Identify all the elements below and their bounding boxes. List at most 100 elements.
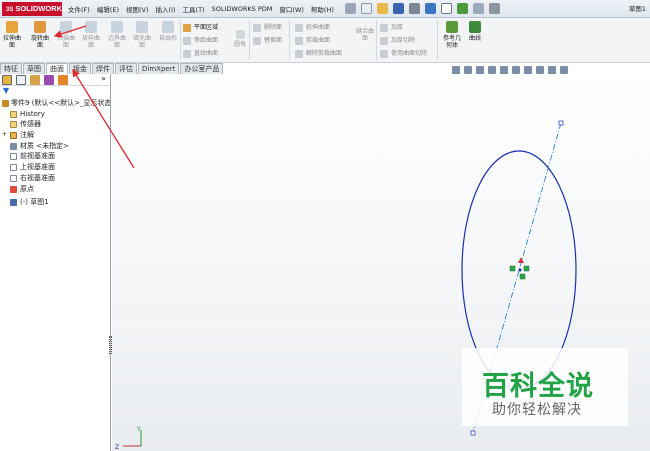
curves-button[interactable]: 曲线 <box>466 21 484 42</box>
sensors-folder-icon <box>10 121 17 129</box>
undo-icon[interactable] <box>425 3 436 14</box>
extrude-surface-button[interactable]: 拉伸曲面 <box>3 21 21 49</box>
watermark-title: 百科全说 <box>482 371 594 402</box>
menu-tools[interactable]: 工具(T) <box>183 4 205 14</box>
menu-window[interactable]: 窗口(W) <box>279 4 304 14</box>
expand-panel-icon[interactable]: » <box>101 74 106 83</box>
replace-face-button[interactable]: 替换面 <box>253 34 282 47</box>
tree-item-history[interactable]: History <box>0 109 110 120</box>
configuration-manager-tab-icon[interactable] <box>30 75 40 85</box>
surface-group-1: 平面区域 等距曲面 直纹曲面 <box>183 21 218 60</box>
apply-scene-icon[interactable] <box>548 66 556 74</box>
tree-item-label: History <box>20 109 45 118</box>
tab-surfaces[interactable]: 曲面 <box>46 63 68 74</box>
tree-item-sketch1[interactable]: (-) 草图1 <box>0 197 110 208</box>
tree-item-right-plane[interactable]: 右视基准面 <box>0 173 110 184</box>
knit-surface-button[interactable]: 缝合曲面 <box>355 28 375 42</box>
revolve-surface-button[interactable]: 旋转曲面 <box>31 21 49 49</box>
menu-help[interactable]: 帮助(H) <box>311 4 334 14</box>
pin-icon[interactable] <box>345 3 356 14</box>
fillet-button[interactable]: 圆角 <box>231 30 249 48</box>
sweep-surface-button[interactable]: 扫描曲面 <box>57 21 75 49</box>
menu-edit[interactable]: 编辑(E) <box>97 4 119 14</box>
new-document-icon[interactable] <box>361 3 372 14</box>
menu-view[interactable]: 视图(V) <box>126 4 149 14</box>
menu-insert[interactable]: 插入(I) <box>156 4 176 14</box>
surface-group-2: 删除面 替换面 <box>253 21 282 47</box>
material-icon <box>10 142 17 150</box>
menu-pdm[interactable]: SOLIDWORKS PDM <box>212 5 273 13</box>
tree-item-front-plane[interactable]: 前视基准面 <box>0 151 110 162</box>
view-orientation-icon[interactable] <box>500 66 508 74</box>
tab-evaluate[interactable]: 评估 <box>115 63 137 74</box>
panel-splitter[interactable] <box>109 336 112 354</box>
display-manager-tab-icon[interactable] <box>58 75 68 85</box>
edit-appearance-icon[interactable] <box>536 66 544 74</box>
fillet-icon <box>235 30 245 39</box>
tree-item-annotations[interactable]: + 注解 <box>0 130 110 141</box>
filled-surface-button[interactable]: 填充曲面 <box>133 21 151 49</box>
print-icon[interactable] <box>409 3 420 14</box>
ruled-surface-icon <box>183 49 191 58</box>
view-settings-icon[interactable] <box>560 66 568 74</box>
zoom-to-fit-icon[interactable] <box>452 66 460 74</box>
dimxpert-manager-tab-icon[interactable] <box>44 75 54 85</box>
document-title: 草图1 <box>628 5 646 13</box>
tab-office-products[interactable]: 办公室产品 <box>180 63 224 74</box>
tab-sheet-metal[interactable]: 钣金 <box>69 63 91 74</box>
reference-geometry-icon <box>446 21 458 33</box>
save-icon[interactable] <box>393 3 404 14</box>
extrude-surface-icon <box>6 21 18 33</box>
solidworks-logo[interactable]: 3S SOLIDWORKS <box>2 2 67 16</box>
tab-dimxpert[interactable]: DimXpert <box>138 63 180 74</box>
boundary-surface-icon <box>111 21 123 33</box>
tab-sketch[interactable]: 草图 <box>23 63 45 74</box>
reference-geometry-button[interactable]: 参考几何体 <box>441 21 463 49</box>
file-properties-icon[interactable] <box>473 3 484 14</box>
display-style-icon[interactable] <box>512 66 520 74</box>
tree-root-part[interactable]: 零件9 (默认<<默认>_显示状态 <box>0 98 110 109</box>
open-folder-icon[interactable] <box>377 3 388 14</box>
property-manager-tab-icon[interactable] <box>16 75 26 85</box>
view-heads-up-toolbar <box>452 66 572 74</box>
cut-with-surface-button[interactable]: 使用曲面切除 <box>380 47 427 60</box>
untrim-surface-button[interactable]: 解除剪裁曲面 <box>295 47 342 60</box>
ruled-surface-button[interactable]: 直纹曲面 <box>183 47 218 60</box>
rebuild-icon[interactable] <box>457 3 468 14</box>
extrude-surface-label: 拉伸曲面 <box>3 35 22 49</box>
thicken-button[interactable]: 加厚 <box>380 21 427 34</box>
thickened-cut-button[interactable]: 加厚切除 <box>380 34 427 47</box>
offset-surface-label: 等距曲面 <box>194 37 219 44</box>
hide-show-items-icon[interactable] <box>524 66 532 74</box>
tree-item-label: 注解 <box>20 131 34 140</box>
feature-manager-tab-icon[interactable] <box>2 75 12 85</box>
freeform-button[interactable]: 自由形 <box>157 21 179 42</box>
planar-surface-label: 平面区域 <box>194 24 219 31</box>
ruled-surface-label: 直纹曲面 <box>194 50 219 57</box>
expand-plus-icon[interactable]: + <box>2 130 7 141</box>
tab-weldments[interactable]: 焊件 <box>92 63 114 74</box>
section-view-icon[interactable] <box>488 66 496 74</box>
tree-item-origin[interactable]: 原点 <box>0 184 110 195</box>
delete-face-button[interactable]: 删除面 <box>253 21 282 34</box>
tree-item-top-plane[interactable]: 上视基准面 <box>0 162 110 173</box>
trim-surface-button[interactable]: 剪裁曲面 <box>295 34 342 47</box>
tree-item-sensors[interactable]: 传感器 <box>0 119 110 130</box>
planar-surface-button[interactable]: 平面区域 <box>183 21 218 34</box>
select-pointer-icon[interactable] <box>441 3 452 14</box>
tree-item-material[interactable]: 材质 <未指定> <box>0 141 110 152</box>
zoom-to-area-icon[interactable] <box>464 66 472 74</box>
thickened-cut-label: 加厚切除 <box>391 37 416 44</box>
tree-filter[interactable]: ▼ <box>0 86 110 96</box>
feature-tree: 零件9 (默认<<默认>_显示状态 History 传感器 + 注解 材质 <未… <box>0 98 110 208</box>
filter-icon[interactable]: ▼ <box>3 86 9 95</box>
extend-surface-button[interactable]: 延伸曲面 <box>295 21 342 34</box>
loft-surface-button[interactable]: 放样曲面 <box>82 21 100 49</box>
boundary-surface-button[interactable]: 边界曲面 <box>108 21 126 49</box>
options-gear-icon[interactable] <box>489 3 500 14</box>
menu-file[interactable]: 文件(F) <box>68 4 90 14</box>
previous-view-icon[interactable] <box>476 66 484 74</box>
tab-features[interactable]: 特征 <box>0 63 22 74</box>
loft-surface-icon <box>85 21 97 33</box>
offset-surface-button[interactable]: 等距曲面 <box>183 34 218 47</box>
